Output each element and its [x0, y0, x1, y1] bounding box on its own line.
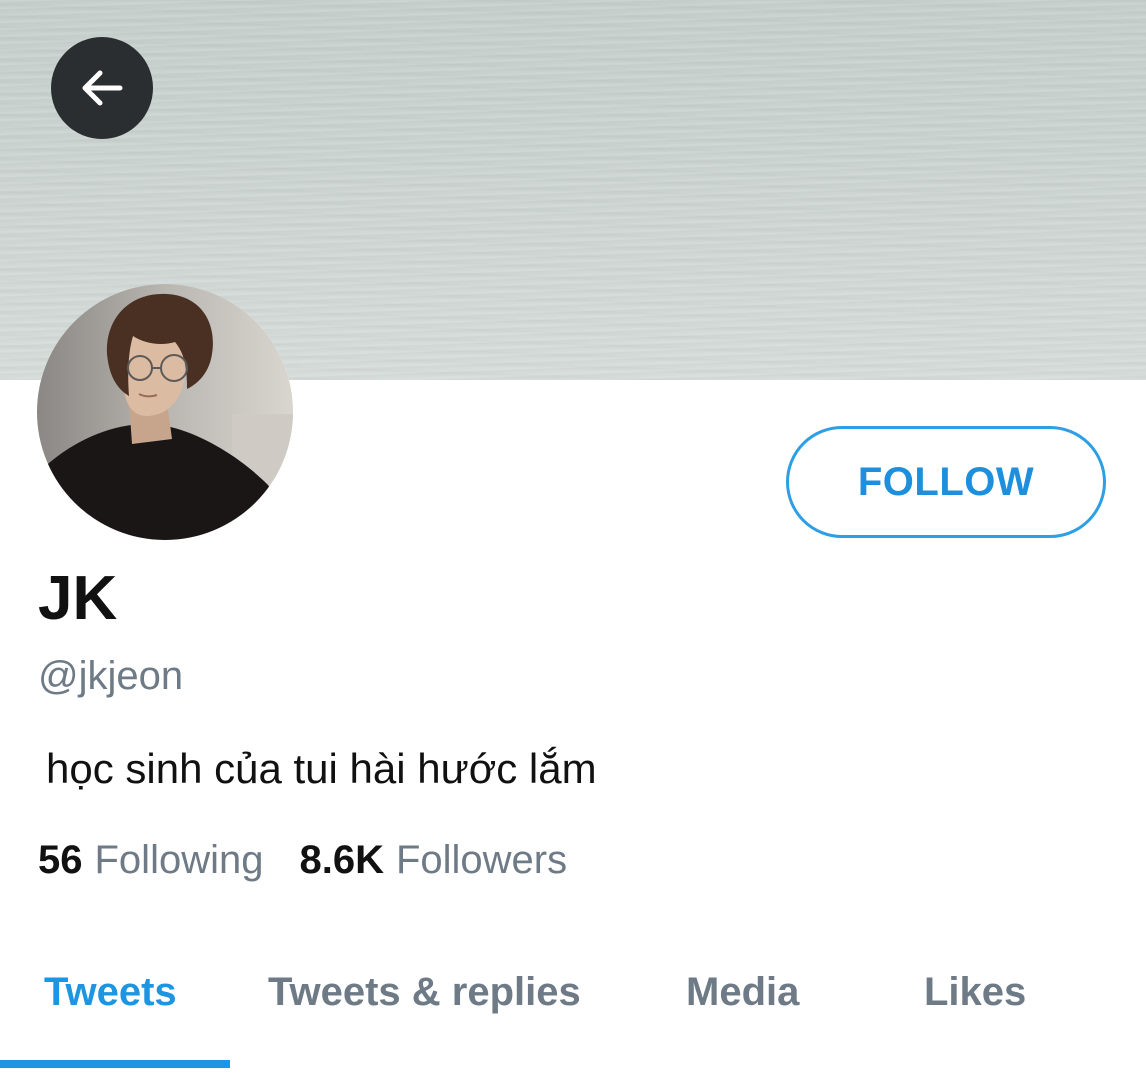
- tab-tweets[interactable]: Tweets: [44, 972, 177, 1012]
- following-stat[interactable]: 56 Following: [38, 840, 263, 880]
- following-count: 56: [38, 838, 83, 882]
- followers-count: 8.6K: [299, 838, 384, 882]
- avatar[interactable]: [37, 284, 293, 540]
- tab-tweets-replies[interactable]: Tweets & replies: [268, 972, 581, 1012]
- arrow-left-icon: [82, 70, 123, 106]
- profile-page: FOLLOW JK @jkjeon học sinh của tui hài h…: [0, 0, 1146, 1080]
- avatar-image: [37, 284, 293, 540]
- following-label: Following: [94, 838, 264, 882]
- follow-button[interactable]: FOLLOW: [786, 426, 1106, 538]
- display-name: JK: [38, 564, 118, 633]
- user-handle: @jkjeon: [38, 654, 184, 698]
- profile-stats: 56 Following 8.6K Followers: [38, 840, 567, 880]
- tab-likes[interactable]: Likes: [924, 972, 1026, 1012]
- active-tab-indicator: [0, 1060, 230, 1068]
- tab-media[interactable]: Media: [686, 972, 799, 1012]
- back-button[interactable]: [51, 37, 153, 139]
- profile-bio: học sinh của tui hài hước lắm: [46, 745, 597, 792]
- followers-label: Followers: [395, 838, 568, 882]
- followers-stat[interactable]: 8.6K Followers: [299, 840, 567, 880]
